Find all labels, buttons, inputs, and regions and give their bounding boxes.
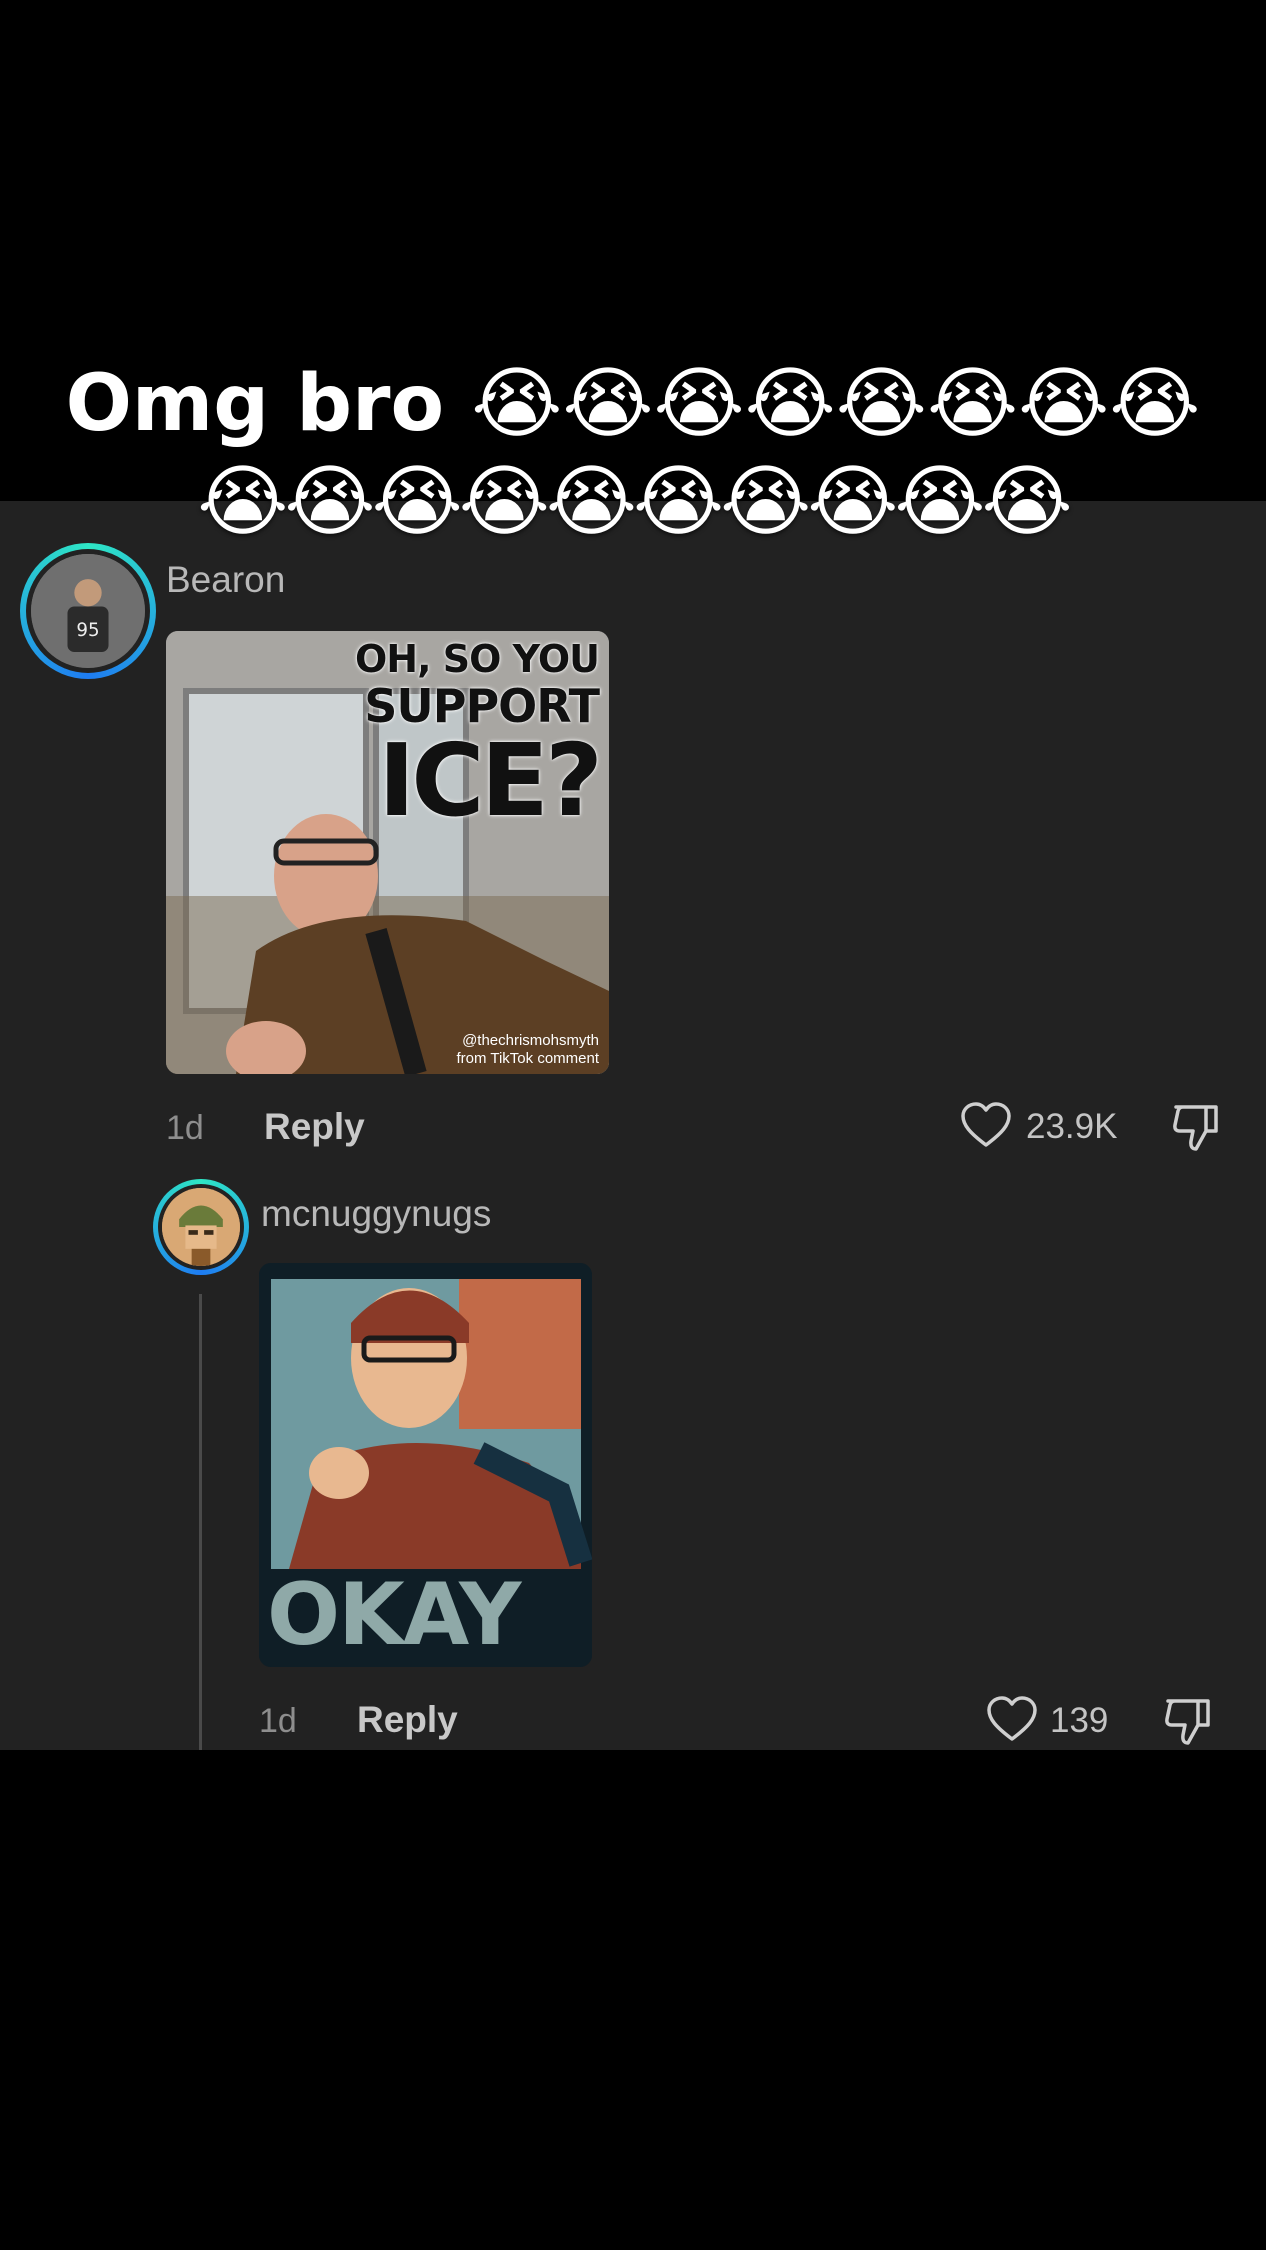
mcnuggynugs-avatar[interactable] (153, 1179, 249, 1275)
comment-time: 1d (166, 1109, 204, 1147)
reply-image[interactable]: OKAY (259, 1263, 592, 1667)
comment-image[interactable]: OH, SO YOU SUPPORT ICE? @thechrismohsmyt… (166, 631, 609, 1074)
thread-line (199, 1294, 202, 1750)
like-count: 23.9K (1026, 1107, 1118, 1146)
meme-text: OH, SO YOU SUPPORT ICE? (355, 637, 603, 839)
svg-text:95: 95 (76, 620, 99, 641)
reply-username[interactable]: mcnuggynugs (261, 1193, 491, 1235)
dislike-icon[interactable] (1162, 1695, 1214, 1752)
comment-username[interactable]: Bearon (166, 559, 285, 601)
caption-line-1: Omg bro 😭😭😭😭😭😭😭😭 (65, 359, 1201, 449)
avatar-photo (162, 1188, 240, 1266)
caption-line-2: 😭😭😭😭😭😭😭😭😭😭 (197, 457, 1072, 547)
reply-button[interactable]: Reply (357, 1699, 458, 1741)
reply-time: 1d (259, 1702, 297, 1740)
like-count: 139 (1050, 1701, 1109, 1740)
heart-icon[interactable] (960, 1101, 1012, 1154)
heart-icon[interactable] (986, 1695, 1038, 1748)
reply-button[interactable]: Reply (264, 1106, 365, 1148)
video-caption: Omg bro 😭😭😭😭😭😭😭😭 😭😭😭😭😭😭😭😭😭😭 (0, 355, 1266, 551)
avatar-photo: 95 (31, 554, 145, 668)
dislike-icon[interactable] (1170, 1101, 1222, 1158)
watermark: @thechrismohsmyth from TikTok comment (456, 1032, 599, 1067)
bearon-avatar[interactable]: 95 (20, 543, 156, 679)
comments-panel: 95 Bearon OH, SO YOU SUPPORT ICE? @thech… (0, 501, 1266, 1750)
okay-text: OKAY (267, 1565, 521, 1665)
